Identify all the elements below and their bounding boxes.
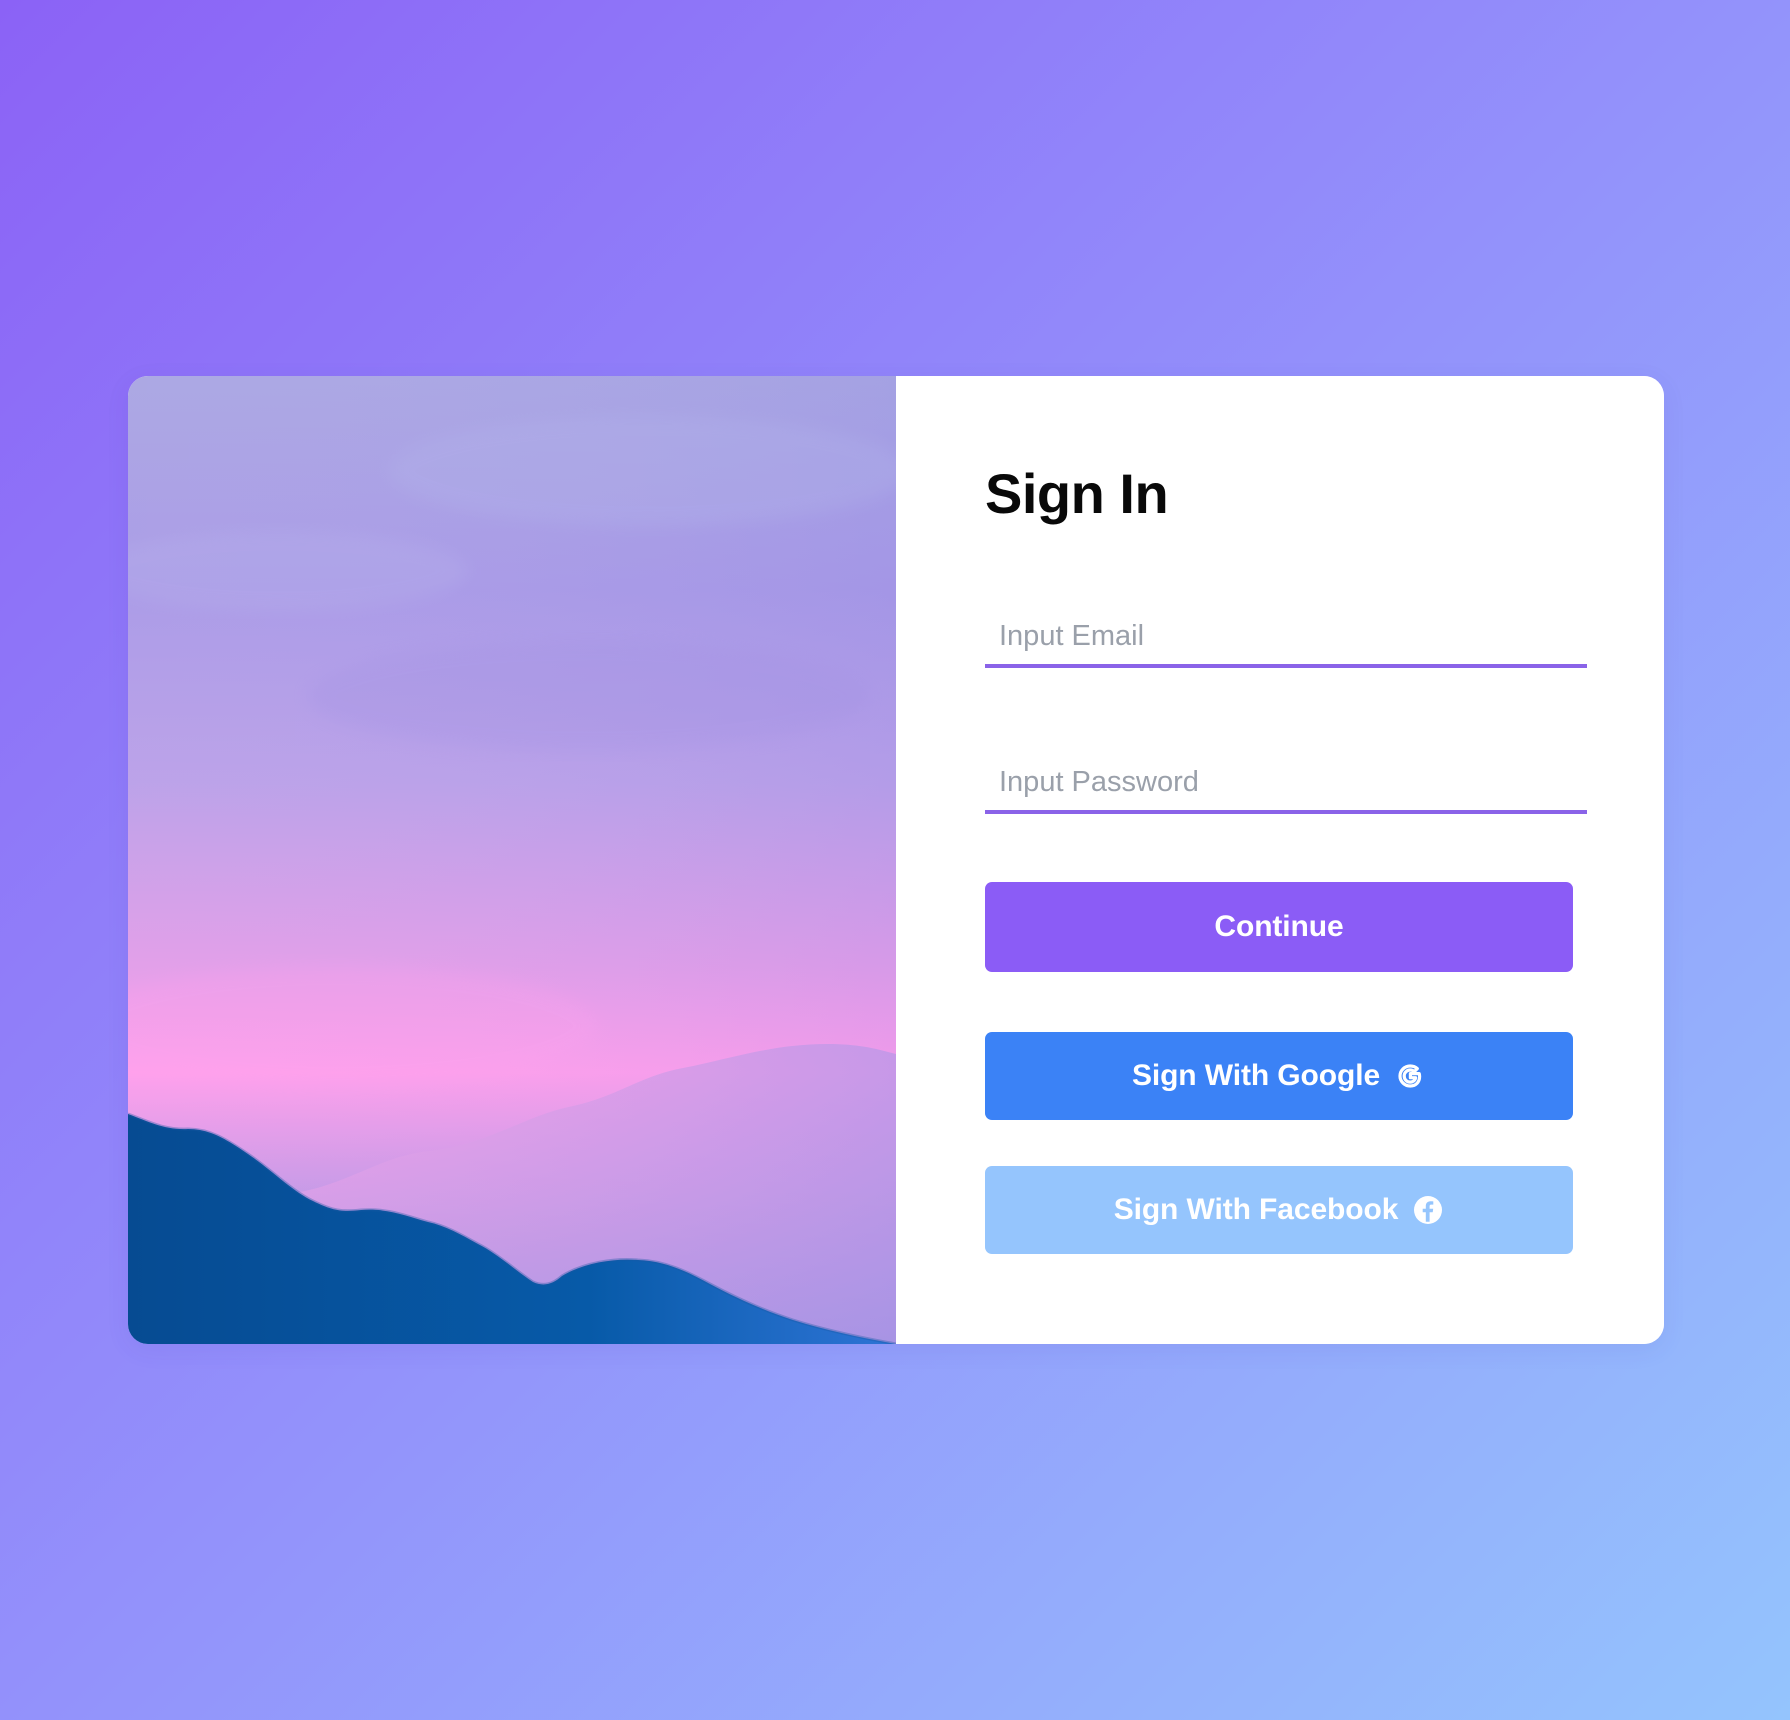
mountain-landscape-image: [128, 376, 896, 1344]
facebook-icon: [1412, 1194, 1444, 1226]
google-button-label: Sign With Google: [1131, 1059, 1381, 1092]
continue-button[interactable]: Continue: [985, 882, 1573, 972]
sign-with-google-button[interactable]: Sign With Google: [985, 1032, 1573, 1120]
facebook-button-label: Sign With Facebook: [1113, 1193, 1399, 1226]
sign-in-form-panel: Sign In Continue Sign With Google Sign W…: [896, 376, 1664, 1344]
continue-button-label: Continue: [1214, 910, 1344, 943]
google-icon: [1394, 1060, 1426, 1092]
email-input[interactable]: [985, 608, 1587, 668]
sign-in-title: Sign In: [985, 462, 1169, 525]
mountain-sunset-illustration: [128, 376, 896, 1344]
sign-with-facebook-button[interactable]: Sign With Facebook: [985, 1166, 1573, 1254]
password-input[interactable]: [985, 754, 1587, 814]
sign-in-card: Sign In Continue Sign With Google Sign W…: [128, 376, 1664, 1344]
